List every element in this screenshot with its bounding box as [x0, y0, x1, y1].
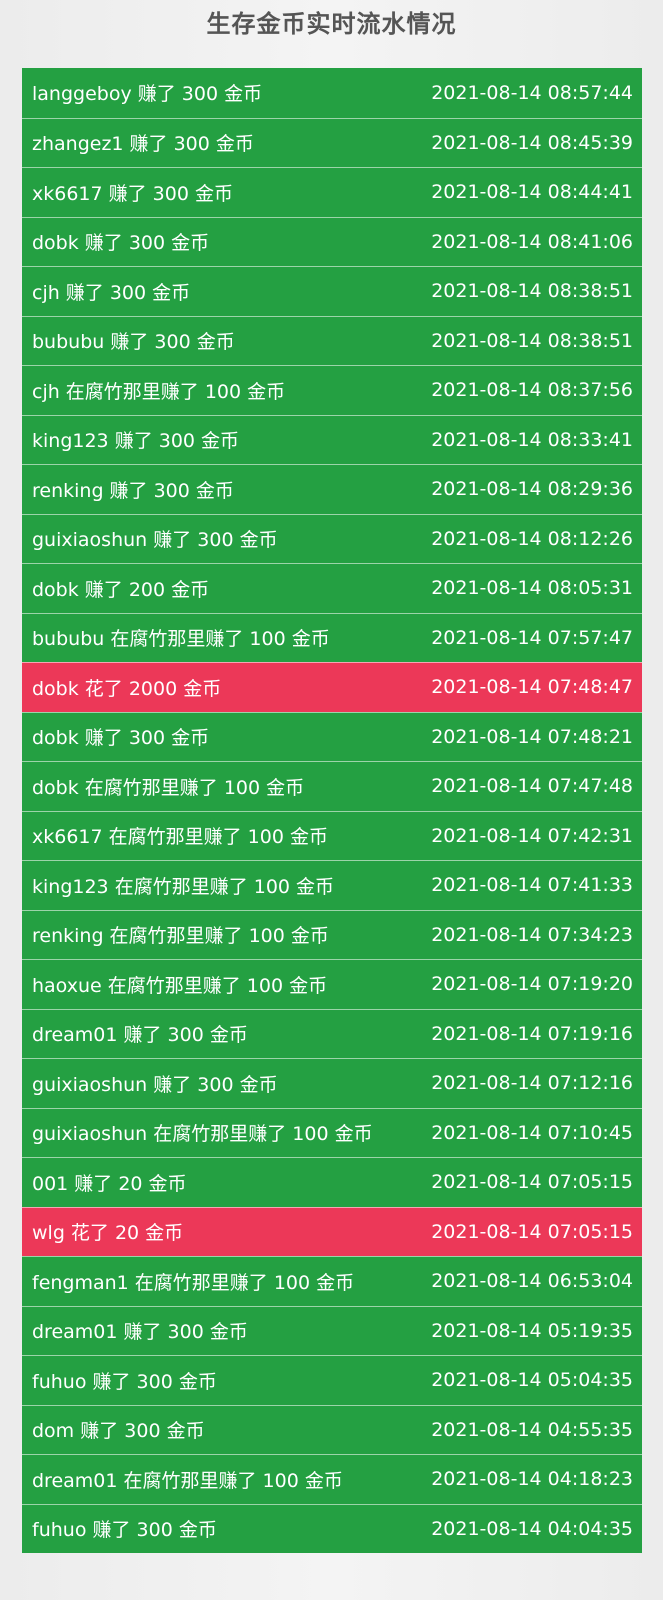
- page-title: 生存金币实时流水情况: [206, 10, 457, 38]
- record-text: dobk 花了 2000 金币: [32, 677, 222, 700]
- list-item: fengman1 在腐竹那里赚了 100 金币 2021-08-14 06:53:…: [22, 1256, 642, 1306]
- record-text: dream01 赚了 300 金币: [32, 1024, 248, 1047]
- list-item: haoxue 在腐竹那里赚了 100 金币 2021-08-14 07:19:20: [22, 959, 642, 1009]
- record-time: 2021-08-14 07:34:23: [431, 923, 633, 946]
- record-text: haoxue 在腐竹那里赚了 100 金币: [32, 974, 328, 997]
- record-text: cjh 赚了 300 金币: [32, 281, 191, 304]
- list-item: cjh 在腐竹那里赚了 100 金币 2021-08-14 08:37:56: [22, 365, 642, 415]
- list-item: king123 赚了 300 金币 2021-08-14 08:33:41: [22, 414, 642, 464]
- list-item: dobk 赚了 300 金币 2021-08-14 08:41:06: [22, 216, 642, 266]
- record-time: 2021-08-14 08:38:51: [431, 329, 633, 352]
- record-time: 2021-08-14 06:53:04: [431, 1270, 633, 1293]
- record-time: 2021-08-14 08:57:44: [431, 81, 633, 104]
- list-item: 001 赚了 20 金币 2021-08-14 07:05:15: [22, 1157, 642, 1207]
- record-time: 2021-08-14 04:04:35: [431, 1517, 633, 1540]
- list-item: langgeboy 赚了 300 金币 2021-08-14 08:57:44: [22, 68, 642, 118]
- record-text: dream01 赚了 300 金币: [32, 1321, 248, 1344]
- list-item: renking 在腐竹那里赚了 100 金币 2021-08-14 07:34:2…: [22, 909, 642, 959]
- record-time: 2021-08-14 07:41:33: [431, 874, 633, 897]
- record-time: 2021-08-14 08:05:31: [431, 577, 633, 600]
- record-text: dobk 在腐竹那里赚了 100 金币: [32, 776, 305, 799]
- list-item: dream01 赚了 300 金币 2021-08-14 05:19:35: [22, 1305, 642, 1355]
- record-text: king123 在腐竹那里赚了 100 金币: [32, 875, 335, 898]
- record-time: 2021-08-14 04:55:35: [431, 1418, 633, 1441]
- list-item: cjh 赚了 300 金币 2021-08-14 08:38:51: [22, 266, 642, 316]
- record-text: xk6617 赚了 300 金币: [32, 182, 233, 205]
- list-item: dream01 在腐竹那里赚了 100 金币 2021-08-14 04:18:2…: [22, 1454, 642, 1504]
- page: 生存金币实时流水情况 langgeboy 赚了 300 金币 2021-08-14…: [0, 0, 663, 1600]
- record-text: renking 在腐竹那里赚了 100 金币: [32, 925, 329, 948]
- record-time: 2021-08-14 07:47:48: [431, 775, 633, 798]
- record-time: 2021-08-14 07:48:47: [431, 676, 633, 699]
- record-text: renking 赚了 300 金币: [32, 479, 234, 502]
- record-text: langgeboy 赚了 300 金币: [32, 83, 263, 106]
- record-time: 2021-08-14 08:29:36: [431, 478, 633, 501]
- record-time: 2021-08-14 07:19:16: [431, 1022, 633, 1045]
- list-item: guixiaoshun 赚了 300 金币 2021-08-14 08:12:26: [22, 513, 642, 563]
- list-item: dom 赚了 300 金币 2021-08-14 04:55:35: [22, 1404, 642, 1454]
- record-time: 2021-08-14 07:48:21: [431, 725, 633, 748]
- list-item: guixiaoshun 在腐竹那里赚了 100 金币 2021-08-14 07:…: [22, 1107, 642, 1157]
- list-item: fuhuo 赚了 300 金币 2021-08-14 05:04:35: [22, 1355, 642, 1405]
- record-time: 2021-08-14 07:05:15: [431, 1220, 633, 1243]
- record-time: 2021-08-14 08:37:56: [431, 379, 633, 402]
- record-text: bububu 赚了 300 金币: [32, 331, 235, 354]
- list-item: dobk 花了 2000 金币 2021-08-14 07:48:47: [22, 662, 642, 712]
- record-time: 2021-08-14 08:44:41: [431, 181, 633, 204]
- record-time: 2021-08-14 07:19:20: [431, 973, 633, 996]
- list-item: renking 赚了 300 金币 2021-08-14 08:29:36: [22, 464, 642, 514]
- record-text: fuhuo 赚了 300 金币: [32, 1370, 217, 1393]
- list-item: guixiaoshun 赚了 300 金币 2021-08-14 07:12:16: [22, 1058, 642, 1108]
- record-text: guixiaoshun 赚了 300 金币: [32, 529, 278, 552]
- coin-record-list: langgeboy 赚了 300 金币 2021-08-14 08:57:44 zh…: [22, 68, 642, 1553]
- record-time: 2021-08-14 08:12:26: [431, 527, 633, 550]
- record-text: dom 赚了 300 金币: [32, 1420, 205, 1443]
- list-item: fuhuo 赚了 300 金币 2021-08-14 04:04:35: [22, 1503, 642, 1553]
- record-time: 2021-08-14 07:57:47: [431, 626, 633, 649]
- list-item: wlg 花了 20 金币 2021-08-14 07:05:15: [22, 1206, 642, 1256]
- record-text: cjh 在腐竹那里赚了 100 金币: [32, 380, 286, 403]
- record-time: 2021-08-14 08:38:51: [431, 280, 633, 303]
- record-time: 2021-08-14 08:33:41: [431, 428, 633, 451]
- record-text: guixiaoshun 赚了 300 金币: [32, 1073, 278, 1096]
- list-item: bububu 赚了 300 金币 2021-08-14 08:38:51: [22, 315, 642, 365]
- record-time: 2021-08-14 07:42:31: [431, 824, 633, 847]
- record-text: wlg 花了 20 金币: [32, 1222, 184, 1245]
- record-time: 2021-08-14 08:45:39: [431, 131, 633, 154]
- list-item: xk6617 赚了 300 金币 2021-08-14 08:44:41: [22, 167, 642, 217]
- record-time: 2021-08-14 07:05:15: [431, 1171, 633, 1194]
- record-text: fuhuo 赚了 300 金币: [32, 1519, 217, 1542]
- record-text: dream01 在腐竹那里赚了 100 金币: [32, 1469, 343, 1492]
- list-item: dream01 赚了 300 金币 2021-08-14 07:19:16: [22, 1008, 642, 1058]
- record-time: 2021-08-14 05:04:35: [431, 1369, 633, 1392]
- list-item: king123 在腐竹那里赚了 100 金币 2021-08-14 07:41:3…: [22, 860, 642, 910]
- record-text: dobk 赚了 300 金币: [32, 232, 210, 255]
- record-text: fengman1 在腐竹那里赚了 100 金币: [32, 1271, 355, 1294]
- record-text: dobk 赚了 300 金币: [32, 727, 210, 750]
- record-text: zhangez1 赚了 300 金币: [32, 133, 254, 156]
- list-item: dobk 赚了 300 金币 2021-08-14 07:48:21: [22, 711, 642, 761]
- record-time: 2021-08-14 07:10:45: [431, 1121, 633, 1144]
- list-item: xk6617 在腐竹那里赚了 100 金币 2021-08-14 07:42:31: [22, 810, 642, 860]
- record-time: 2021-08-14 05:19:35: [431, 1319, 633, 1342]
- record-time: 2021-08-14 08:41:06: [431, 230, 633, 253]
- list-item: dobk 在腐竹那里赚了 100 金币 2021-08-14 07:47:48: [22, 761, 642, 811]
- record-text: xk6617 在腐竹那里赚了 100 金币: [32, 826, 328, 849]
- record-text: bububu 在腐竹那里赚了 100 金币: [32, 628, 330, 651]
- record-text: dobk 赚了 200 金币: [32, 578, 210, 601]
- record-time: 2021-08-14 04:18:23: [431, 1468, 633, 1491]
- list-item: bububu 在腐竹那里赚了 100 金币 2021-08-14 07:57:47: [22, 612, 642, 662]
- record-text: 001 赚了 20 金币: [32, 1172, 187, 1195]
- record-time: 2021-08-14 07:12:16: [431, 1072, 633, 1095]
- record-text: guixiaoshun 在腐竹那里赚了 100 金币: [32, 1123, 373, 1146]
- list-item: zhangez1 赚了 300 金币 2021-08-14 08:45:39: [22, 117, 642, 167]
- list-item: dobk 赚了 200 金币 2021-08-14 08:05:31: [22, 563, 642, 613]
- record-text: king123 赚了 300 金币: [32, 430, 240, 453]
